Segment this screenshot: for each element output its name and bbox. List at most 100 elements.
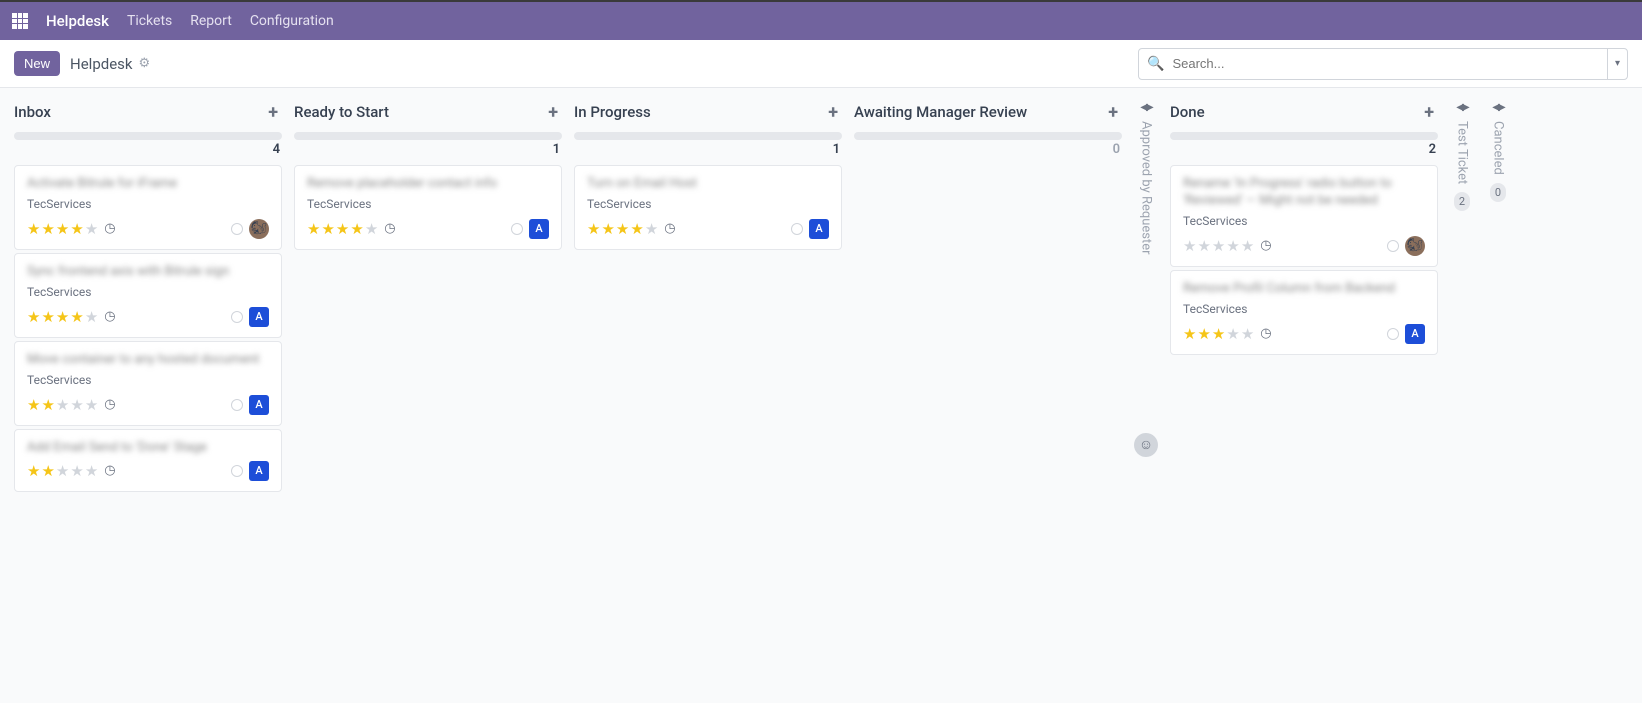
star-icon[interactable]: ★ xyxy=(1241,237,1254,255)
add-card-icon[interactable]: + xyxy=(824,102,842,123)
star-icon[interactable]: ★ xyxy=(321,220,334,238)
column-title[interactable]: Awaiting Manager Review xyxy=(854,103,1104,121)
avatar[interactable]: A xyxy=(249,307,269,327)
progress-bar[interactable] xyxy=(294,132,562,140)
apps-icon[interactable] xyxy=(12,13,28,29)
star-icon[interactable]: ★ xyxy=(616,220,629,238)
star-icon[interactable]: ★ xyxy=(70,308,83,326)
breadcrumb[interactable]: Helpdesk xyxy=(70,55,132,73)
status-dot[interactable] xyxy=(1387,240,1399,252)
column-title[interactable]: Inbox xyxy=(14,103,264,121)
avatar[interactable]: A xyxy=(809,219,829,239)
status-dot[interactable] xyxy=(791,223,803,235)
status-dot[interactable] xyxy=(231,311,243,323)
search-input[interactable] xyxy=(1172,56,1607,71)
star-icon[interactable]: ★ xyxy=(85,462,98,480)
ticket-card[interactable]: Activate Bitrule for iFrame TecServices … xyxy=(14,165,282,250)
priority-stars[interactable]: ★★★★★ xyxy=(27,308,98,326)
clock-icon[interactable]: ◷ xyxy=(1260,238,1271,253)
star-icon[interactable]: ★ xyxy=(587,220,600,238)
avatar[interactable]: A xyxy=(1405,324,1425,344)
nav-tickets[interactable]: Tickets xyxy=(127,13,172,29)
ticket-card[interactable]: Rename 'In Progress' radio button to 'Re… xyxy=(1170,165,1438,267)
new-button[interactable]: New xyxy=(14,51,60,76)
ticket-card[interactable]: Remove placeholder contact info TecServi… xyxy=(294,165,562,250)
star-icon[interactable]: ★ xyxy=(56,462,69,480)
star-icon[interactable]: ★ xyxy=(85,308,98,326)
priority-stars[interactable]: ★★★★★ xyxy=(1183,325,1254,343)
star-icon[interactable]: ★ xyxy=(365,220,378,238)
star-icon[interactable]: ★ xyxy=(1241,325,1254,343)
folded-column-test-ticket[interactable]: ◀▶ Test Ticket 2 xyxy=(1444,98,1480,211)
clock-icon[interactable]: ◷ xyxy=(104,309,115,324)
star-icon[interactable]: ★ xyxy=(56,308,69,326)
status-dot[interactable] xyxy=(231,465,243,477)
star-icon[interactable]: ★ xyxy=(645,220,658,238)
column-title[interactable]: In Progress xyxy=(574,103,824,121)
star-icon[interactable]: ★ xyxy=(27,462,40,480)
add-card-icon[interactable]: + xyxy=(1104,102,1122,123)
star-icon[interactable]: ★ xyxy=(41,308,54,326)
search-dropdown[interactable]: ▾ xyxy=(1607,49,1627,79)
star-icon[interactable]: ★ xyxy=(27,220,40,238)
priority-stars[interactable]: ★★★★★ xyxy=(307,220,378,238)
nav-report[interactable]: Report xyxy=(190,13,232,29)
star-icon[interactable]: ★ xyxy=(1197,325,1210,343)
priority-stars[interactable]: ★★★★★ xyxy=(27,462,98,480)
progress-bar[interactable] xyxy=(1170,132,1438,140)
priority-stars[interactable]: ★★★★★ xyxy=(1183,237,1254,255)
star-icon[interactable]: ★ xyxy=(70,462,83,480)
nav-configuration[interactable]: Configuration xyxy=(250,13,334,29)
folded-column-approved[interactable]: ◀▶ Approved by Requester ☺ xyxy=(1128,98,1164,287)
ticket-card[interactable]: Move container to any hosted document Te… xyxy=(14,341,282,426)
star-icon[interactable]: ★ xyxy=(27,396,40,414)
clock-icon[interactable]: ◷ xyxy=(104,221,115,236)
star-icon[interactable]: ★ xyxy=(1183,237,1196,255)
star-icon[interactable]: ★ xyxy=(1212,325,1225,343)
clock-icon[interactable]: ◷ xyxy=(384,221,395,236)
app-name[interactable]: Helpdesk xyxy=(46,12,109,30)
status-dot[interactable] xyxy=(1387,328,1399,340)
clock-icon[interactable]: ◷ xyxy=(104,463,115,478)
status-dot[interactable] xyxy=(231,223,243,235)
star-icon[interactable]: ★ xyxy=(70,396,83,414)
star-icon[interactable]: ★ xyxy=(41,396,54,414)
search-box[interactable]: 🔍 ▾ xyxy=(1138,48,1628,80)
column-title[interactable]: Ready to Start xyxy=(294,103,544,121)
avatar[interactable]: 🐿 xyxy=(1405,236,1425,256)
add-card-icon[interactable]: + xyxy=(544,102,562,123)
folded-column-canceled[interactable]: ◀▶ Canceled 0 xyxy=(1480,98,1516,202)
ticket-card[interactable]: Remove Profil Column from Backend TecSer… xyxy=(1170,270,1438,355)
priority-stars[interactable]: ★★★★★ xyxy=(27,220,98,238)
progress-bar[interactable] xyxy=(574,132,842,140)
progress-bar[interactable] xyxy=(14,132,282,140)
clock-icon[interactable]: ◷ xyxy=(1260,326,1271,341)
clock-icon[interactable]: ◷ xyxy=(664,221,675,236)
column-title[interactable]: Done xyxy=(1170,103,1420,121)
star-icon[interactable]: ★ xyxy=(1226,237,1239,255)
star-icon[interactable]: ★ xyxy=(85,396,98,414)
avatar[interactable]: A xyxy=(249,461,269,481)
priority-stars[interactable]: ★★★★★ xyxy=(587,220,658,238)
priority-stars[interactable]: ★★★★★ xyxy=(27,396,98,414)
ticket-card[interactable]: Turn on Email Host TecServices ★★★★★ ◷ A xyxy=(574,165,842,250)
clock-icon[interactable]: ◷ xyxy=(104,397,115,412)
star-icon[interactable]: ★ xyxy=(1183,325,1196,343)
star-icon[interactable]: ★ xyxy=(41,462,54,480)
star-icon[interactable]: ★ xyxy=(41,220,54,238)
star-icon[interactable]: ★ xyxy=(350,220,363,238)
star-icon[interactable]: ★ xyxy=(601,220,614,238)
progress-bar[interactable] xyxy=(854,132,1122,140)
star-icon[interactable]: ★ xyxy=(1226,325,1239,343)
status-dot[interactable] xyxy=(231,399,243,411)
star-icon[interactable]: ★ xyxy=(27,308,40,326)
star-icon[interactable]: ★ xyxy=(70,220,83,238)
star-icon[interactable]: ★ xyxy=(630,220,643,238)
star-icon[interactable]: ★ xyxy=(85,220,98,238)
star-icon[interactable]: ★ xyxy=(336,220,349,238)
gear-icon[interactable]: ⚙ xyxy=(139,56,151,71)
add-card-icon[interactable]: + xyxy=(1420,102,1438,123)
avatar[interactable]: 🐿 xyxy=(249,219,269,239)
ticket-card[interactable]: Add Email Send to 'Done' Stage ★★★★★ ◷ A xyxy=(14,429,282,492)
star-icon[interactable]: ★ xyxy=(1212,237,1225,255)
